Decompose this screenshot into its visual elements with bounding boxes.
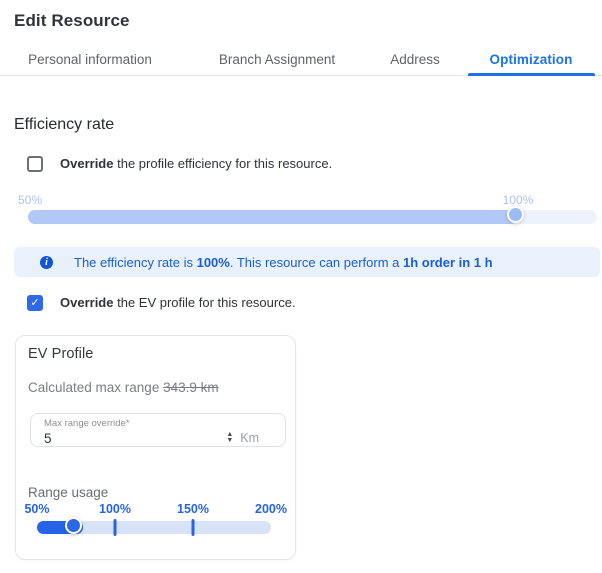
max-range-unit-label: Km bbox=[240, 431, 259, 445]
efficiency-slider-handle[interactable] bbox=[507, 206, 524, 223]
max-range-override-field[interactable]: Max range override* ▲ ▼ Km bbox=[30, 413, 286, 447]
edit-resource-dialog: Edit Resource Personal information Branc… bbox=[0, 0, 602, 573]
range-slider-tick-150 bbox=[191, 519, 195, 536]
efficiency-rate-heading: Efficiency rate bbox=[14, 116, 115, 133]
calculated-max-range-value: 343.9 km bbox=[163, 380, 219, 395]
range-usage-label: Range usage bbox=[28, 485, 109, 500]
efficiency-info-text: The efficiency rate is 100%. This resour… bbox=[74, 254, 493, 270]
check-icon: ✓ bbox=[30, 296, 40, 309]
efficiency-slider-value-label: 100% bbox=[502, 193, 534, 207]
page-title: Edit Resource bbox=[14, 11, 130, 30]
calculated-max-range: Calculated max range 343.9 km bbox=[28, 380, 219, 395]
override-efficiency-checkbox[interactable] bbox=[27, 156, 43, 172]
range-slider-tick-100 bbox=[113, 519, 117, 536]
max-range-override-input[interactable] bbox=[44, 430, 227, 446]
ev-profile-title: EV Profile bbox=[28, 346, 94, 362]
efficiency-info-banner: i The efficiency rate is 100%. This reso… bbox=[14, 247, 600, 277]
range-tick-label-100: 100% bbox=[99, 502, 131, 516]
tab-personal-information[interactable]: Personal information bbox=[28, 52, 152, 67]
max-range-override-label: Max range override* bbox=[44, 418, 130, 429]
override-ev-label: Override the EV profile for this resourc… bbox=[60, 295, 296, 310]
efficiency-slider-min-label: 50% bbox=[18, 193, 43, 207]
tab-address[interactable]: Address bbox=[390, 52, 440, 67]
tab-branch-assignment[interactable]: Branch Assignment bbox=[219, 52, 335, 67]
ev-profile-card: EV Profile Calculated max range 343.9 km… bbox=[15, 335, 296, 560]
efficiency-slider-fill bbox=[28, 210, 518, 224]
range-tick-label-150: 150% bbox=[177, 502, 209, 516]
range-slider-handle[interactable] bbox=[65, 517, 82, 534]
range-tick-label-200: 200% bbox=[255, 502, 287, 516]
range-usage-slider: 50% 100% 150% 200% bbox=[24, 501, 287, 537]
efficiency-slider: 50% 100% bbox=[0, 193, 602, 235]
override-ev-checkbox[interactable]: ✓ bbox=[27, 295, 43, 311]
override-efficiency-row: Override the profile efficiency for this… bbox=[27, 155, 602, 173]
stepper-down-icon[interactable]: ▼ bbox=[226, 437, 233, 444]
override-efficiency-label: Override the profile efficiency for this… bbox=[60, 156, 333, 171]
number-stepper: ▲ ▼ bbox=[226, 431, 233, 444]
tab-bar: Personal information Branch Assignment A… bbox=[0, 45, 602, 76]
info-icon: i bbox=[40, 255, 53, 269]
tab-optimization[interactable]: Optimization bbox=[490, 52, 573, 67]
active-tab-underline bbox=[468, 73, 595, 76]
override-ev-row: ✓ Override the EV profile for this resou… bbox=[27, 294, 602, 312]
range-tick-label-50: 50% bbox=[24, 502, 50, 516]
